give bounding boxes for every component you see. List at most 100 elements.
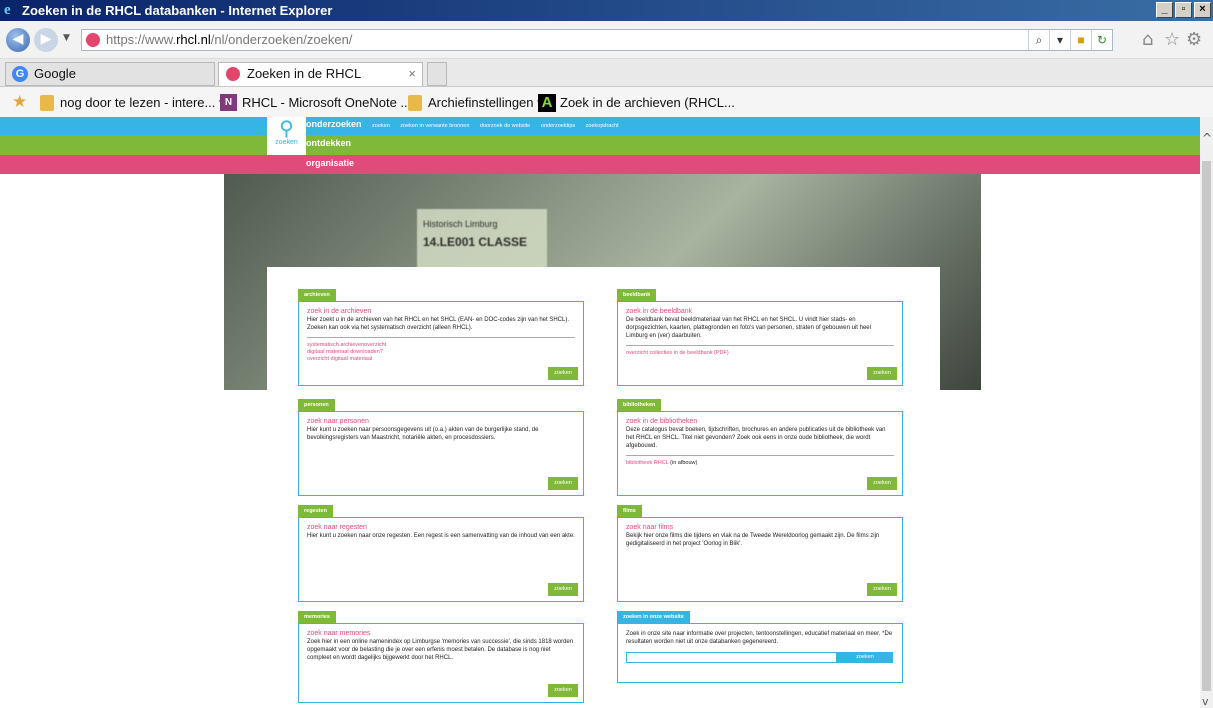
link-digitaal-downloaden[interactable]: digitaal materiaal downloaden? — [307, 349, 575, 356]
category-tag: beeldbank — [617, 289, 657, 301]
category-box: zoek naar memories Zoek hier in een onli… — [298, 623, 584, 703]
category-box: zoek in de bibliotheken Deze catalogus b… — [617, 411, 903, 496]
scroll-up-icon[interactable]: ^ — [1202, 131, 1212, 145]
category-text: Zoek in onze site naar informatie over p… — [626, 631, 893, 645]
subnav-doorzoek-website[interactable]: doorzoek de website — [480, 123, 530, 129]
favorite-label: nog door te lezen - intere... ▾ — [60, 95, 226, 110]
search-panel: archieven zoek in de archieven Hier zoek… — [267, 267, 940, 708]
forward-button[interactable]: ▶ — [34, 28, 58, 52]
scroll-down-icon[interactable]: v — [1202, 695, 1209, 708]
category-tag: zoeken in onze website — [617, 611, 690, 623]
category-links: systematisch archievenoverzicht digitaal… — [307, 337, 575, 363]
gear-icon[interactable]: ⚙ — [1186, 29, 1202, 51]
lock-icon[interactable]: ■ — [1070, 30, 1091, 50]
category-text: Zoek hier in een online namenindex op Li… — [307, 639, 574, 661]
link-overzicht-digitaal[interactable]: overzicht digitaal materiaal — [307, 356, 575, 363]
category-tag: films — [617, 505, 642, 517]
vertical-scrollbar[interactable]: ^ v — [1200, 117, 1213, 708]
favorite-item[interactable]: N RHCL - Microsoft OneNote ... — [220, 93, 411, 113]
category-box: zoek in de archieven Hier zoekt u in de … — [298, 301, 584, 386]
link-systematisch-overzicht[interactable]: systematisch archievenoverzicht — [307, 342, 575, 349]
link-bibliotheek-rhcl[interactable]: bibliotheek RHCL (in afbouw) — [626, 460, 894, 467]
category-title[interactable]: zoek in de bibliotheken — [626, 418, 894, 425]
tab-close-icon[interactable]: × — [408, 63, 416, 85]
url-path: /nl/onderzoeken/zoeken/ — [210, 32, 353, 47]
nav-ontdekken-label[interactable]: ontdekken — [306, 138, 351, 148]
subnav-verwante-bronnen[interactable]: zoeken in verwante bronnen — [400, 123, 469, 129]
zoeken-button[interactable]: zoeken — [867, 477, 897, 490]
category-tag: personen — [298, 399, 335, 411]
nav-organisatie[interactable]: organisatie — [0, 155, 1200, 174]
arrow-left-icon: ◀ — [12, 31, 24, 47]
favorite-label: Archiefinstellingen ▾ — [428, 95, 544, 110]
category-title[interactable]: zoek naar memories — [307, 630, 575, 637]
link-suffix: (in afbouw) — [668, 460, 698, 466]
category-box: Zoek in onze site naar informatie over p… — [617, 623, 903, 683]
onenote-icon: N — [220, 94, 237, 111]
tab-label: Google — [34, 66, 76, 81]
google-icon: G — [12, 66, 28, 82]
website-search-button[interactable]: zoeken — [837, 652, 893, 663]
ie-logo-icon: e — [4, 2, 11, 18]
subnav-zoekopdracht[interactable]: zoekopdracht — [586, 123, 619, 129]
subnav-zoeken[interactable]: zoeken — [372, 123, 390, 129]
favorite-item[interactable]: A Zoek in de archieven (RHCL... — [538, 93, 735, 113]
nav-ontdekken[interactable]: ontdekken — [0, 135, 1200, 155]
scrollbar-thumb[interactable] — [1202, 161, 1211, 691]
favorite-item[interactable]: Archiefinstellingen ▾ — [406, 93, 544, 113]
favorites-star-icon[interactable]: ☆ — [1164, 29, 1180, 51]
back-button[interactable]: ◀ — [6, 28, 30, 52]
hero-archive-label: Historisch Limburg 14.LE001 CLASSE — [417, 209, 547, 274]
nav-onderzoeken-label[interactable]: onderzoeken — [306, 119, 362, 129]
search-icon[interactable]: ⌕ — [1028, 30, 1049, 50]
category-title[interactable]: zoek naar films — [626, 524, 894, 531]
new-tab-button[interactable] — [427, 62, 447, 86]
category-title[interactable]: zoek naar personen — [307, 418, 575, 425]
arrow-right-icon: ▶ — [40, 31, 52, 47]
category-title[interactable]: zoek in de archieven — [307, 308, 575, 315]
category-tag: bibliotheken — [617, 399, 662, 411]
tab-google[interactable]: G Google — [5, 62, 215, 86]
subnav-onderzoektips[interactable]: onderzoektips — [541, 123, 575, 129]
dropdown-icon[interactable]: ▾ — [1049, 30, 1070, 50]
compatibility-icon[interactable]: ↻ — [1091, 30, 1112, 50]
zoeken-button[interactable]: zoeken — [548, 684, 578, 697]
favorite-item[interactable]: nog door te lezen - intere... ▾ — [38, 93, 226, 113]
add-favorite-icon[interactable]: ★ — [12, 92, 27, 112]
link-text[interactable]: bibliotheek RHCL — [626, 460, 669, 466]
maximize-button[interactable]: ▫ — [1175, 2, 1192, 18]
website-search-input[interactable] — [626, 652, 837, 663]
link-overzicht-collecties[interactable]: overzicht collecties in de beeldbank (PD… — [626, 350, 894, 357]
category-text: Hier kunt u zoeken naar persoonsgegevens… — [307, 427, 539, 441]
minimize-button[interactable]: _ — [1156, 2, 1173, 18]
close-button[interactable]: × — [1194, 2, 1211, 18]
favorite-label: RHCL - Microsoft OneNote ... — [242, 95, 412, 110]
category-links: overzicht collecties in de beeldbank (PD… — [626, 345, 894, 357]
category-links: bibliotheek RHCL (in afbouw) — [626, 455, 894, 467]
address-bar-icons: ⌕ ▾ ■ ↻ — [1028, 30, 1112, 50]
website-search-row: zoeken — [626, 652, 894, 663]
category-text: Bekijk hier onze films die tijdens en vl… — [626, 533, 880, 547]
archieven-icon: A — [538, 94, 556, 112]
tab-rhcl[interactable]: Zoeken in de RHCL databan... × — [218, 62, 423, 103]
home-icon[interactable]: ⌂ — [1142, 29, 1153, 51]
ie-window: e Zoeken in de RHCL databanken - Interne… — [0, 0, 1213, 708]
folder-icon — [40, 95, 54, 111]
category-title[interactable]: zoek in de beeldbank — [626, 308, 894, 315]
zoeken-button[interactable]: zoeken — [548, 583, 578, 596]
category-tag: memories — [298, 611, 336, 623]
site-logo[interactable]: ⚲ zoeken — [267, 117, 306, 155]
history-dropdown-icon[interactable]: ▼ — [63, 33, 70, 43]
address-bar[interactable]: https://www.rhcl.nl/nl/onderzoeken/zoeke… — [81, 29, 1113, 51]
zoeken-button[interactable]: zoeken — [867, 583, 897, 596]
zoeken-button[interactable]: zoeken — [548, 367, 578, 380]
magnifier-icon: ⚲ — [279, 117, 294, 140]
site-favicon-icon — [86, 33, 100, 47]
nav-organisatie-label[interactable]: organisatie — [306, 158, 354, 168]
nav-onderzoeken[interactable]: onderzoeken zoeken zoeken in verwante br… — [0, 117, 1200, 135]
category-text: De beeldbank bevat beeldmateriaal van he… — [626, 317, 871, 339]
zoeken-button[interactable]: zoeken — [867, 367, 897, 380]
zoeken-button[interactable]: zoeken — [548, 477, 578, 490]
category-title[interactable]: zoek naar regesten — [307, 524, 575, 531]
title-bar: e Zoeken in de RHCL databanken - Interne… — [0, 0, 1213, 21]
